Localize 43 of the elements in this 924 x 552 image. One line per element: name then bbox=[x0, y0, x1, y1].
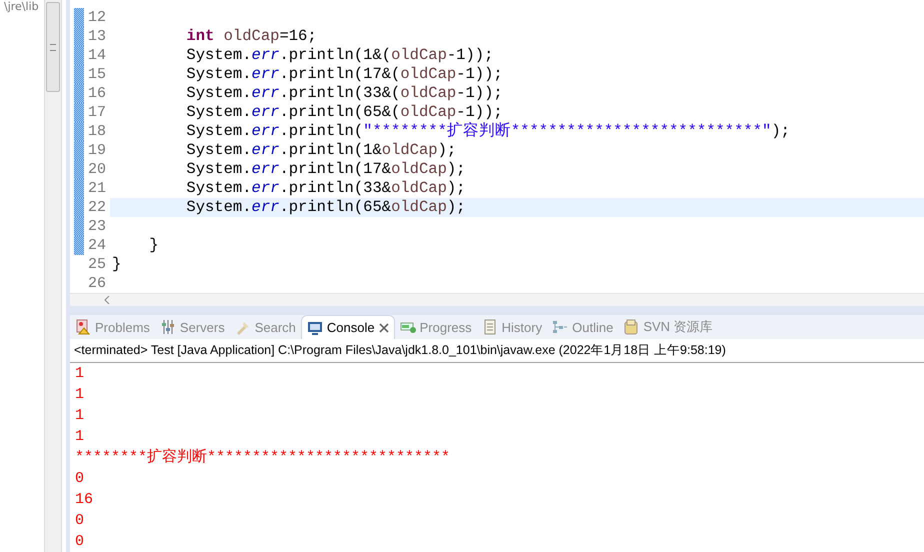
code-line: System.err.println(17&oldCap); bbox=[185, 160, 466, 179]
code-line: System.err.println(17&(oldCap-1)); bbox=[185, 65, 504, 84]
code-line: } bbox=[111, 255, 122, 274]
code-line: int oldCap=16; bbox=[185, 27, 318, 46]
monitor-icon bbox=[306, 320, 323, 336]
folder-path: \jre\lib bbox=[4, 0, 40, 13]
close-icon[interactable] bbox=[378, 322, 389, 332]
view-tab[interactable]: History bbox=[476, 315, 548, 339]
view-tab[interactable]: Progress bbox=[394, 315, 477, 339]
console-output-line: 0 bbox=[74, 532, 86, 552]
code-line: System.err.println(33&oldCap); bbox=[185, 179, 466, 198]
code-line: System.err.println("********扩容判断***************************"); bbox=[185, 122, 791, 141]
console-output-line: 1 bbox=[74, 385, 86, 405]
console-output-line: 1 bbox=[74, 427, 86, 447]
view-tab[interactable]: Console bbox=[300, 315, 395, 339]
console-output-line: 0 bbox=[74, 469, 86, 489]
code-line: System.err.println(33&(oldCap-1)); bbox=[185, 84, 504, 103]
code-line: System.err.println(1&oldCap); bbox=[185, 141, 458, 160]
code-line: System.err.println(65&(oldCap-1)); bbox=[185, 103, 504, 122]
console-output-line: 16 bbox=[74, 490, 94, 510]
view-tab[interactable]: Servers bbox=[154, 315, 230, 339]
outline-list-icon bbox=[552, 319, 568, 335]
database-icon bbox=[623, 319, 640, 335]
console-header: <terminated> Test [Java Application] C:\Program Files\Java\jdk1.8.0_101\bin\javaw.exe (2022年1月18日 上午9:58:19) bbox=[70, 339, 924, 363]
code-editor[interactable] bbox=[70, 0, 924, 293]
scroll-left-icon[interactable] bbox=[104, 296, 110, 304]
view-tab[interactable]: Search bbox=[230, 315, 301, 339]
scrollbar-thumb[interactable] bbox=[46, 2, 60, 92]
code-line: System.err.println(1&(oldCap-1)); bbox=[185, 46, 494, 65]
view-tab[interactable]: SVN 资源库 bbox=[618, 315, 718, 339]
view-tab[interactable]: Problems bbox=[70, 315, 155, 339]
flashlight-icon bbox=[234, 319, 251, 335]
console-output-line: 0 bbox=[74, 511, 86, 531]
horizontal-scrollbar[interactable] bbox=[70, 293, 924, 306]
view-tab[interactable]: Outline bbox=[547, 315, 618, 339]
sliders-icon bbox=[160, 319, 176, 335]
code-line: } bbox=[148, 236, 160, 255]
console-output-line: ********扩容判断*************************** bbox=[74, 447, 452, 468]
document-icon bbox=[482, 319, 498, 335]
console-output-line: 1 bbox=[74, 406, 86, 426]
console-output-line: 1 bbox=[74, 364, 86, 384]
vertical-scrollbar[interactable] bbox=[44, 0, 62, 552]
warning-sign-icon bbox=[75, 319, 91, 335]
